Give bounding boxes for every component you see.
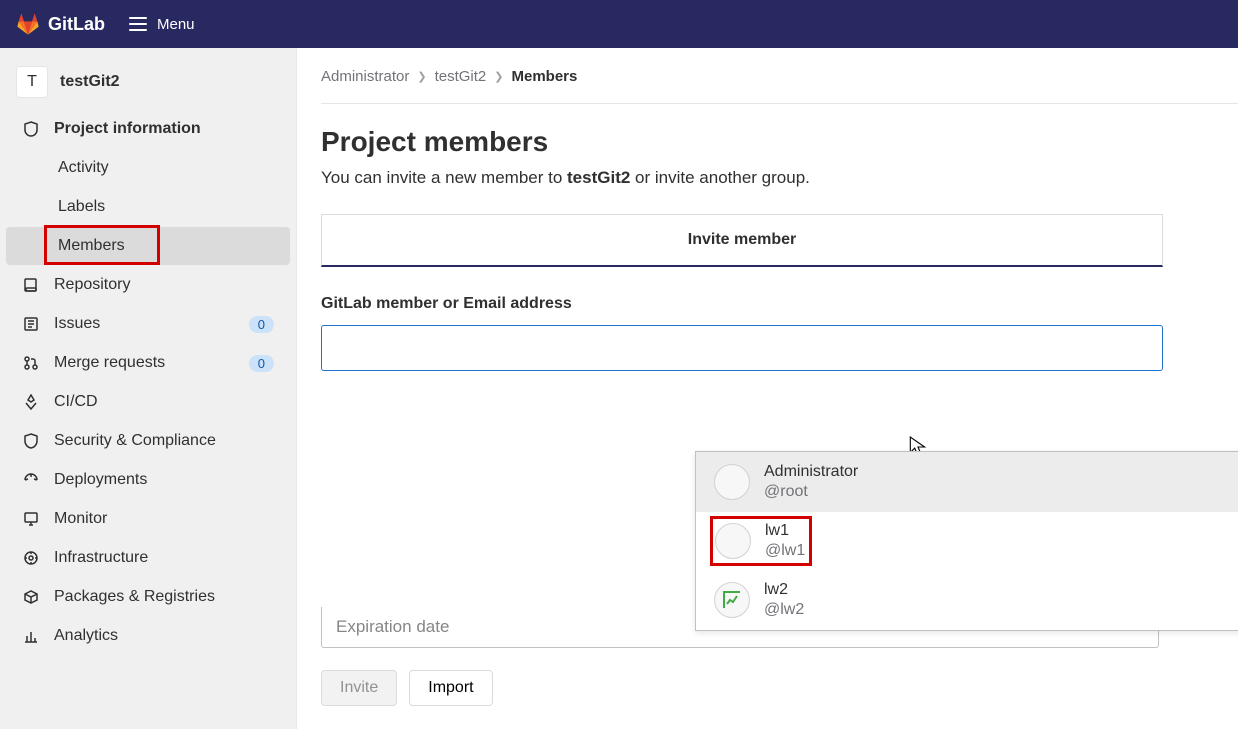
sidebar-item-label: Infrastructure	[54, 549, 148, 567]
sidebar-item-activity[interactable]: Activity	[6, 149, 290, 187]
monitor-icon	[22, 510, 40, 528]
sidebar-item-security[interactable]: Security & Compliance	[6, 422, 290, 460]
issues-count-badge: 0	[249, 316, 274, 333]
page-title: Project members	[321, 126, 1238, 158]
tabs: Invite member	[321, 214, 1163, 267]
sidebar-item-analytics[interactable]: Analytics	[6, 617, 290, 655]
sidebar-item-infrastructure[interactable]: Infrastructure	[6, 539, 290, 577]
chevron-right-icon: ❯	[417, 70, 426, 83]
menu-button[interactable]: Menu	[129, 16, 195, 33]
breadcrumb-root[interactable]: Administrator	[321, 68, 409, 85]
gitlab-logo-icon	[16, 12, 40, 36]
sidebar-item-label: CI/CD	[54, 393, 98, 411]
tab-invite-member[interactable]: Invite member	[322, 215, 1162, 265]
sidebar-item-repository[interactable]: Repository	[6, 266, 290, 304]
avatar	[714, 464, 750, 500]
sidebar-item-monitor[interactable]: Monitor	[6, 500, 290, 538]
project-name: testGit2	[60, 73, 120, 91]
sidebar-item-deployments[interactable]: Deployments	[6, 461, 290, 499]
dropdown-item-name: lw1	[765, 521, 805, 541]
dropdown-item[interactable]: lw1 @lw1	[696, 512, 1238, 570]
sidebar-item-members[interactable]: Members	[6, 227, 290, 265]
packages-icon	[22, 588, 40, 606]
dropdown-item-username: @root	[764, 482, 858, 502]
member-input[interactable]	[321, 325, 1163, 371]
breadcrumb-current: Members	[511, 68, 577, 85]
dropdown-item-username: @lw2	[764, 600, 804, 620]
button-row: Invite Import	[321, 670, 1238, 706]
sidebar-item-label: Repository	[54, 276, 130, 294]
member-dropdown: Administrator @root lw1 @lw1 l	[695, 451, 1238, 631]
cicd-icon	[22, 393, 40, 411]
sidebar-item-label: Activity	[58, 159, 109, 177]
highlight-box	[44, 225, 160, 265]
dropdown-item-username: @lw1	[765, 541, 805, 561]
repository-icon	[22, 276, 40, 294]
issues-icon	[22, 315, 40, 333]
sidebar-item-label: Monitor	[54, 510, 107, 528]
dropdown-item[interactable]: lw2 @lw2	[696, 570, 1238, 630]
dropdown-item[interactable]: Administrator @root	[696, 452, 1238, 512]
merge-requests-icon	[22, 354, 40, 372]
brand-text[interactable]: GitLab	[48, 14, 105, 35]
sidebar-item-label: Packages & Registries	[54, 588, 215, 606]
dropdown-item-name: Administrator	[764, 462, 858, 482]
sidebar: T testGit2 Project information Activity …	[0, 48, 297, 729]
avatar	[715, 523, 751, 559]
member-field-label: GitLab member or Email address	[321, 295, 1238, 313]
avatar	[714, 582, 750, 618]
sidebar-item-label: Project information	[54, 120, 201, 138]
analytics-icon	[22, 627, 40, 645]
shield-icon	[22, 432, 40, 450]
sidebar-item-label: Security & Compliance	[54, 432, 216, 450]
project-avatar: T	[16, 66, 48, 98]
deployments-icon	[22, 471, 40, 489]
sidebar-item-label: Deployments	[54, 471, 147, 489]
sidebar-item-issues[interactable]: Issues 0	[6, 305, 290, 343]
mr-count-badge: 0	[249, 355, 274, 372]
dropdown-item-name: lw2	[764, 580, 804, 600]
sidebar-item-labels[interactable]: Labels	[6, 188, 290, 226]
project-header[interactable]: T testGit2	[0, 58, 296, 106]
sidebar-item-label: Labels	[58, 198, 105, 216]
sidebar-item-merge-requests[interactable]: Merge requests 0	[6, 344, 290, 382]
sidebar-item-packages[interactable]: Packages & Registries	[6, 578, 290, 616]
infrastructure-icon	[22, 549, 40, 567]
main-content: Administrator ❯ testGit2 ❯ Members Proje…	[297, 48, 1238, 729]
breadcrumb-project[interactable]: testGit2	[435, 68, 487, 85]
sidebar-item-cicd[interactable]: CI/CD	[6, 383, 290, 421]
import-button[interactable]: Import	[409, 670, 492, 706]
sidebar-item-label: Analytics	[54, 627, 118, 645]
sidebar-item-project-information[interactable]: Project information	[6, 110, 290, 148]
breadcrumb: Administrator ❯ testGit2 ❯ Members	[321, 68, 1238, 104]
chevron-right-icon: ❯	[494, 70, 503, 83]
hamburger-icon	[129, 17, 147, 31]
menu-label: Menu	[157, 16, 195, 33]
sidebar-item-label: Merge requests	[54, 354, 165, 372]
project-info-icon	[22, 120, 40, 138]
page-subtitle: You can invite a new member to testGit2 …	[321, 168, 1238, 188]
sidebar-item-label: Issues	[54, 315, 100, 333]
invite-button[interactable]: Invite	[321, 670, 397, 706]
top-navbar: GitLab Menu	[0, 0, 1238, 48]
expiration-placeholder: Expiration date	[336, 617, 449, 636]
